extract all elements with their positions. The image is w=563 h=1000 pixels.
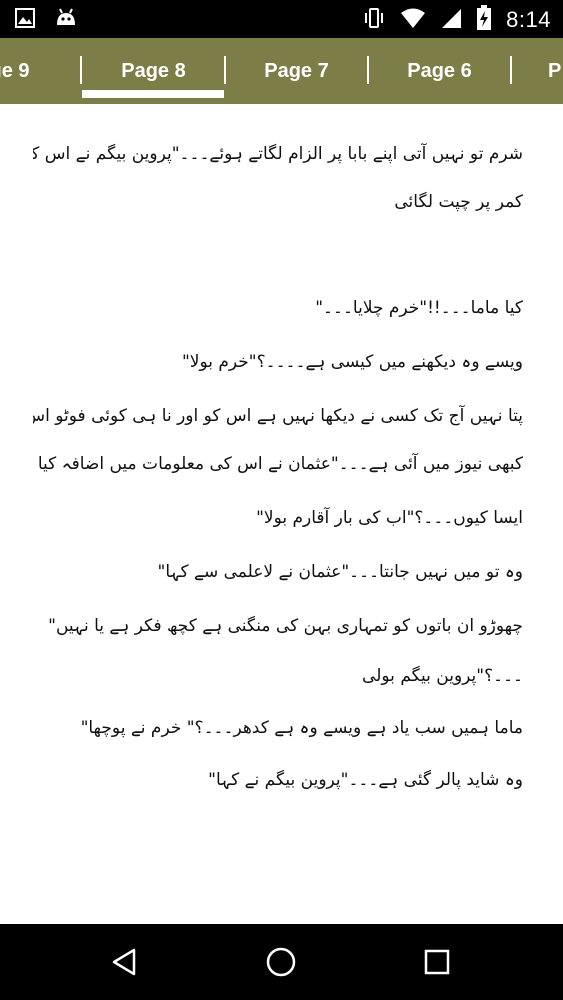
- home-icon[interactable]: [261, 942, 301, 982]
- text-line: چھوڑو ان باتوں کو تمہاری بہن کی منگنی ہے…: [48, 616, 523, 636]
- selected-tab-indicator: [82, 90, 224, 98]
- status-time: 8:14: [506, 7, 551, 32]
- text-line: ویسے وہ دیکھنے میں کیسی ہے۔۔۔۔؟"خرم بولا…: [181, 352, 523, 372]
- battery-charging-icon: [476, 5, 492, 35]
- text-line: ۔۔۔؟"پروین بیگم بولی: [362, 666, 523, 686]
- wifi-icon: [400, 7, 426, 33]
- tab-page-6[interactable]: Page 6: [368, 38, 511, 104]
- signal-icon: [440, 7, 462, 33]
- android-icon: [54, 7, 78, 33]
- tab-page-5[interactable]: P: [512, 38, 563, 104]
- text-line: کمر پر چپت لگائی: [394, 192, 523, 212]
- text-line: کیا ماما۔۔۔!!"خرم چلایا۔۔۔": [315, 298, 523, 318]
- story-content[interactable]: شرم تو نہیں آتی اپنے بابا پر الزام لگاتے…: [0, 104, 563, 924]
- text-line: ماما ہمیں سب یاد ہے ویسے وہ ہے کدھر۔۔۔؟"…: [80, 718, 523, 738]
- text-line: پتا نہیں آج تک کسی نے دیکھا نہیں ہے اس ک…: [33, 406, 523, 426]
- recents-icon[interactable]: [417, 942, 457, 982]
- text-line: وہ شاید پالر گئی ہے۔۔۔"پروین بیگم نے کہا…: [208, 770, 523, 790]
- tab-page-9[interactable]: ge 9: [0, 38, 81, 104]
- text-line: شرم تو نہیں آتی اپنے بابا پر الزام لگاتے…: [33, 144, 523, 164]
- text-line: ایسا کیوں۔۔۔؟"اب کی بار آقارم بولا": [256, 508, 523, 528]
- status-bar: 8:14: [0, 0, 563, 38]
- text-line: وہ تو میں نہیں جانتا۔۔۔"عثمان نے لاعلمی …: [157, 562, 523, 582]
- back-icon[interactable]: [105, 942, 145, 982]
- tab-page-7[interactable]: Page 7: [225, 38, 368, 104]
- navigation-bar: [0, 924, 563, 1000]
- text-line: کبھی نیوز میں آئی ہے۔۔۔"عثمان نے اس کی م…: [37, 454, 523, 474]
- image-icon: [14, 7, 36, 33]
- vibrate-icon: [362, 6, 386, 34]
